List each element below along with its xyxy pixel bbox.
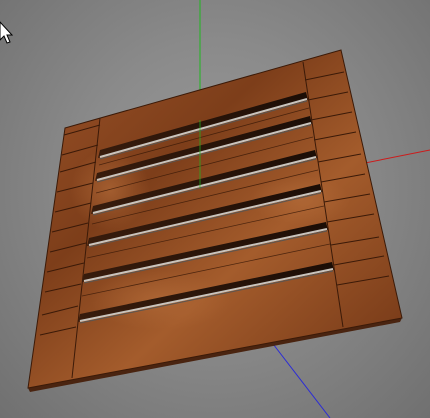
rusted-vent-panel-model[interactable] bbox=[27, 49, 403, 392]
3d-viewport[interactable] bbox=[0, 0, 430, 418]
arrow-cursor-icon bbox=[0, 21, 14, 44]
z-axis-line bbox=[269, 339, 331, 418]
